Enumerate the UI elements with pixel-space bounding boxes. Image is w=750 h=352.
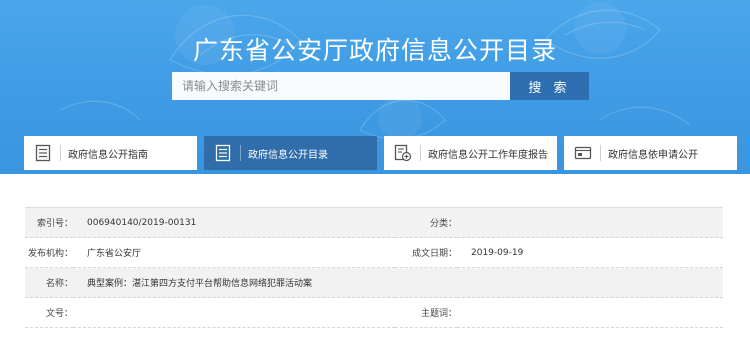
index-no-label: 索引号：: [25, 207, 73, 238]
table-row: 文号： 主题词：: [25, 297, 723, 328]
tab-label: 政府信息公开目录: [248, 149, 328, 161]
document-info-table: 索引号： 006940140/2019-00131 分类： 发布机构： 广东省公…: [25, 207, 723, 328]
name-value: 典型案例：湛江第四方支付平台帮助信息网络犯罪活动案: [73, 267, 723, 298]
tab-label: 政府信息依申请公开: [608, 149, 698, 161]
search-input[interactable]: [172, 72, 510, 100]
date-label: 成文日期：: [395, 237, 457, 268]
page-title: 广东省公安厅政府信息公开目录: [192, 35, 557, 65]
name-label: 名称：: [25, 267, 73, 298]
tab-divider: [240, 145, 241, 161]
tab-catalog[interactable]: 政府信息公开目录: [204, 136, 377, 170]
table-row: 发布机构： 广东省公安厅 成文日期： 2019-09-19: [25, 237, 723, 268]
subject-value: [457, 297, 723, 328]
date-value: 2019-09-19: [457, 237, 723, 268]
doc-no-label: 文号：: [25, 297, 73, 328]
category-label: 分类：: [395, 207, 457, 238]
category-value: [457, 207, 723, 238]
tab-application[interactable]: 政府信息依申请公开: [564, 136, 737, 170]
tab-divider: [420, 145, 421, 161]
document-list-icon: [30, 144, 56, 162]
tab-label: 政府信息公开工作年度报告: [428, 149, 548, 161]
publisher-label: 发布机构：: [25, 237, 73, 268]
tab-guide[interactable]: 政府信息公开指南: [24, 136, 197, 170]
report-icon: [390, 144, 416, 162]
tab-label: 政府信息公开指南: [68, 149, 148, 161]
catalog-icon: [210, 144, 236, 162]
application-icon: [570, 145, 596, 161]
tab-divider: [60, 145, 61, 161]
publisher-value: 广东省公安厅: [73, 237, 395, 268]
tab-divider: [600, 145, 601, 161]
search-button[interactable]: 搜 索: [510, 72, 589, 100]
subject-label: 主题词：: [395, 297, 457, 328]
doc-no-value: [73, 297, 395, 328]
table-row: 索引号： 006940140/2019-00131 分类：: [25, 207, 723, 238]
table-row: 名称： 典型案例：湛江第四方支付平台帮助信息网络犯罪活动案: [25, 267, 723, 298]
index-no-value: 006940140/2019-00131: [73, 207, 395, 238]
tab-annual-report[interactable]: 政府信息公开工作年度报告: [384, 136, 557, 170]
